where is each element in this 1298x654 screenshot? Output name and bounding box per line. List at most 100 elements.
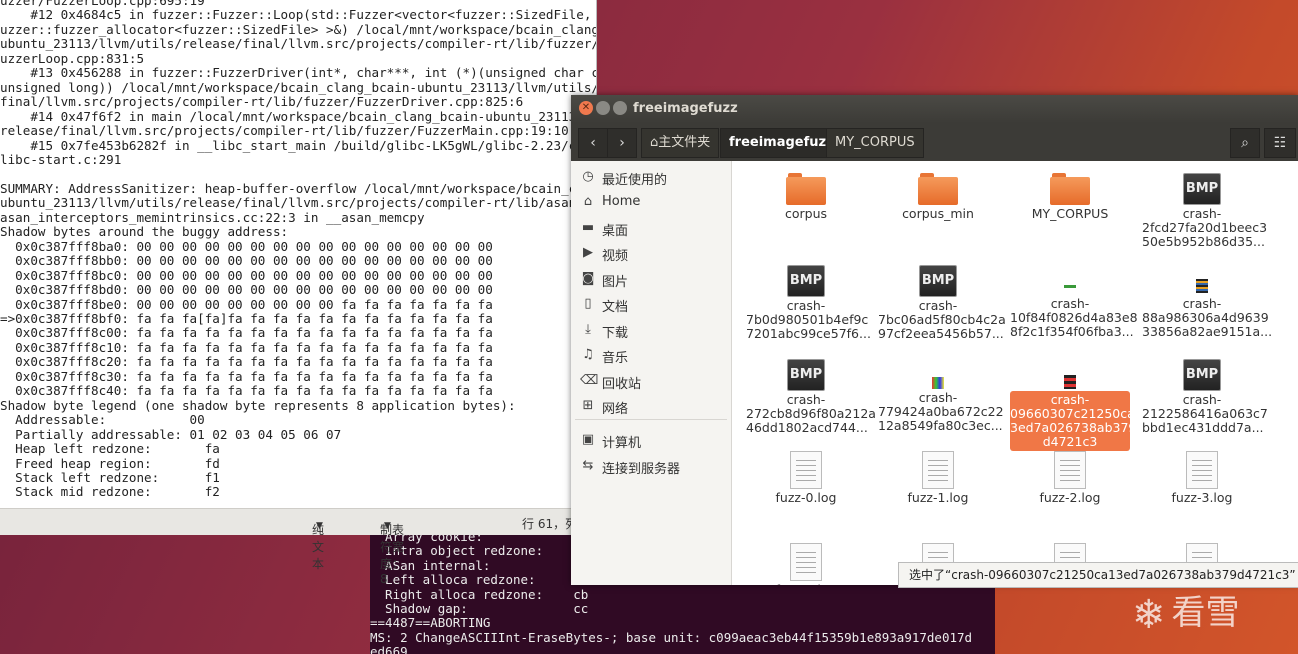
terminal-line: ed669 [370, 644, 408, 654]
file-item[interactable]: BMP crash- 7b0d980501b4ef9c 7201abc99ce57… [746, 265, 871, 341]
file-item[interactable]: crash- 09660307c21250ca1 3ed7a026738ab37… [1010, 359, 1143, 451]
trash-icon: ⌫ [580, 373, 599, 388]
terminal-line: Shadow gap: cc [370, 601, 589, 617]
sidebar-divider [575, 419, 727, 420]
text-file-icon [790, 451, 822, 489]
file-label: fuzz-3.log [1171, 490, 1233, 505]
sidebar-item-document[interactable]: ▯ 文档 [571, 293, 731, 317]
text-file-icon [790, 543, 822, 581]
bmp-file-icon: BMP [787, 359, 825, 391]
terminal-line: MS: 2 ChangeASCIIInt-EraseBytes-; base u… [370, 629, 973, 645]
file-item[interactable]: BMP crash- 7bc06ad5f80cb4c2a 97cf2eea5456… [878, 265, 1006, 341]
list-icon: ☷ [1273, 135, 1287, 151]
editor-text-area[interactable]: uzzer/FuzzerLoop.cpp:695:19 #12 0x4684c5… [0, 0, 596, 502]
document-icon: ▯ [584, 296, 592, 311]
sidebar-item-label: 网络 [602, 402, 629, 417]
folder-item[interactable]: corpus [746, 173, 866, 221]
editor-line: 0x0c387fff8c40: fa fa fa fa fa fa fa fa … [0, 383, 493, 399]
text-file-icon [1186, 451, 1218, 489]
editor-line: #15 0x7fe453b6282f in __libc_start_main … [0, 137, 577, 153]
back-button[interactable]: ‹ [578, 128, 608, 158]
file-item[interactable]: fuzz-1.log [878, 451, 998, 505]
network-icon: ⊞ [582, 398, 594, 413]
editor-line: 0x0c387fff8c10: fa fa fa fa fa fa fa fa … [0, 339, 493, 355]
editor-line: #13 0x456288 in fuzzer::FuzzerDriver(int… [0, 65, 596, 81]
view-options-button[interactable]: ☷ [1264, 128, 1296, 158]
editor-line: 0x0c387fff8ba0: 00 00 00 00 00 00 00 00 … [0, 238, 493, 254]
file-manager-window: ✕ freeimagefuzz ‹ › ⌂主文件夹 freeimagefuzz … [571, 95, 1298, 585]
text-file-icon [922, 451, 954, 489]
image-thumbnail-icon [1052, 359, 1088, 389]
file-label: fuzz-0.log [775, 490, 837, 505]
file-item[interactable]: fuzz-0.log [746, 451, 866, 505]
sidebar-item-label: Home [602, 194, 641, 209]
file-label: crash- 88a986306a4d9639 33856a82ae9151a.… [1142, 296, 1273, 339]
image-thumbnail-icon [1184, 265, 1220, 295]
chevron-left-icon: ‹ [590, 135, 596, 151]
sidebar-item-trash[interactable]: ⌫ 回收站 [571, 370, 731, 394]
terminal-line: Right alloca redzone: cb [370, 586, 589, 602]
sidebar-item-video[interactable]: ▶ 视频 [571, 242, 731, 266]
editor-line: Freed heap region: fd [0, 455, 220, 471]
bmp-file-icon: BMP [919, 265, 957, 297]
file-item[interactable]: crash- 779424a0ba672c22 12a8549fa80c3ec.… [878, 359, 1004, 433]
editor-line: Stack left redzone: f1 [0, 469, 220, 485]
editor-line: 0x0c387fff8c00: fa fa fa fa fa fa fa fa … [0, 325, 493, 341]
image-thumbnail-icon [920, 359, 956, 389]
file-item[interactable]: BMP crash- 2122586416a063c7 bbd1ec431ddd7… [1142, 359, 1268, 435]
minimize-button[interactable] [596, 101, 610, 115]
breadcrumb-current[interactable]: freeimagefuzz [720, 128, 843, 158]
forward-button[interactable]: › [607, 128, 637, 158]
folder-item[interactable]: MY_CORPUS [1010, 173, 1130, 221]
clock-icon: ◷ [582, 169, 594, 184]
editor-line: =>0x0c387fff8bf0: fa fa fa[fa]fa fa fa f… [0, 310, 493, 326]
sidebar-item-desktop[interactable]: ▬ 桌面 [571, 217, 731, 241]
sidebar-item-camera[interactable]: ◙ 图片 [571, 268, 731, 292]
sidebar-item-music[interactable]: ♫ 音乐 [571, 344, 731, 368]
editor-line: 0x0c387fff8be0: 00 00 00 00 00 00 00 00 … [0, 296, 493, 312]
folder-icon [1050, 173, 1090, 205]
editor-line: 0x0c387fff8bb0: 00 00 00 00 00 00 00 00 … [0, 253, 493, 269]
file-label: crash- 779424a0ba672c22 12a8549fa80c3ec.… [878, 390, 1004, 433]
sidebar-item-label: 音乐 [602, 351, 629, 366]
breadcrumb-next[interactable]: MY_CORPUS [826, 128, 924, 158]
close-button[interactable]: ✕ [579, 101, 593, 115]
file-label: fuzz-2.log [1039, 490, 1101, 505]
file-item[interactable]: fuzz-3.log [1142, 451, 1262, 505]
camera-icon: ◙ [581, 271, 595, 286]
bmp-file-icon: BMP [1183, 359, 1221, 391]
file-grid: corpus corpus_min MY_CORPUS BMP crash- 2fcd2… [732, 161, 1298, 585]
editor-line: Addressable: 00 [0, 412, 205, 428]
search-button[interactable]: ⌕ [1230, 128, 1260, 158]
editor-line: uzzer::fuzzer_allocator<fuzzer::SizedFil… [0, 21, 596, 37]
editor-line: Partially addressable: 01 02 03 04 05 06… [0, 426, 342, 442]
editor-line: Shadow byte legend (one shadow byte repr… [0, 397, 516, 413]
sidebar-item-home[interactable]: ⌂ Home [571, 191, 731, 215]
file-item[interactable]: BMP crash- 272cb8d96f80a212a 46dd1802acd7… [746, 359, 876, 435]
sidebar-item-label: 视频 [602, 249, 629, 264]
maximize-button[interactable] [613, 101, 627, 115]
chevron-right-icon: › [619, 135, 625, 151]
sidebar-item-computer[interactable]: ▣ 计算机 [571, 429, 731, 453]
title-bar[interactable]: ✕ freeimagefuzz [571, 95, 1298, 123]
sidebar-item-label: 回收站 [602, 377, 642, 392]
sidebar-item-server[interactable]: ⇆ 连接到服务器 [571, 455, 731, 479]
file-item[interactable]: fuzz-2.log [1010, 451, 1130, 505]
editor-line: Shadow bytes around the buggy address: [0, 224, 289, 240]
file-item[interactable]: crash- 88a986306a4d9639 33856a82ae9151a.… [1142, 265, 1273, 339]
file-item[interactable]: fuzz-4.log [746, 543, 866, 585]
file-item[interactable]: BMP crash- 2fcd27fa20d1beec3 50e5b952b86d… [1142, 173, 1267, 249]
file-label: fuzz-1.log [907, 490, 969, 505]
file-label: crash- 10f84f0826d4a83e8 8f2c1f354f06fba… [1010, 296, 1138, 339]
sidebar-item-download[interactable]: ⤓ 下载 [571, 319, 731, 343]
file-item[interactable]: crash- 10f84f0826d4a83e8 8f2c1f354f06fba… [1010, 265, 1138, 339]
editor-statusbar: 纯文本 ▼ 制表符宽度：8 ▼ 行 61，列 [0, 508, 596, 586]
file-label: crash- 7bc06ad5f80cb4c2a 97cf2eea5456b57… [878, 298, 1006, 341]
sidebar-item-network[interactable]: ⊞ 网络 [571, 395, 731, 419]
text-editor-window: uzzer/FuzzerLoop.cpp:695:19 #12 0x4684c5… [0, 0, 597, 586]
folder-item[interactable]: corpus_min [878, 173, 998, 221]
breadcrumb-home[interactable]: ⌂主文件夹 [641, 128, 720, 158]
image-thumbnail-icon [1052, 265, 1088, 295]
sidebar-item-clock[interactable]: ◷ 最近使用的 [571, 166, 731, 190]
editor-line: 0x0c387fff8bd0: 00 00 00 00 00 00 00 00 … [0, 282, 493, 298]
